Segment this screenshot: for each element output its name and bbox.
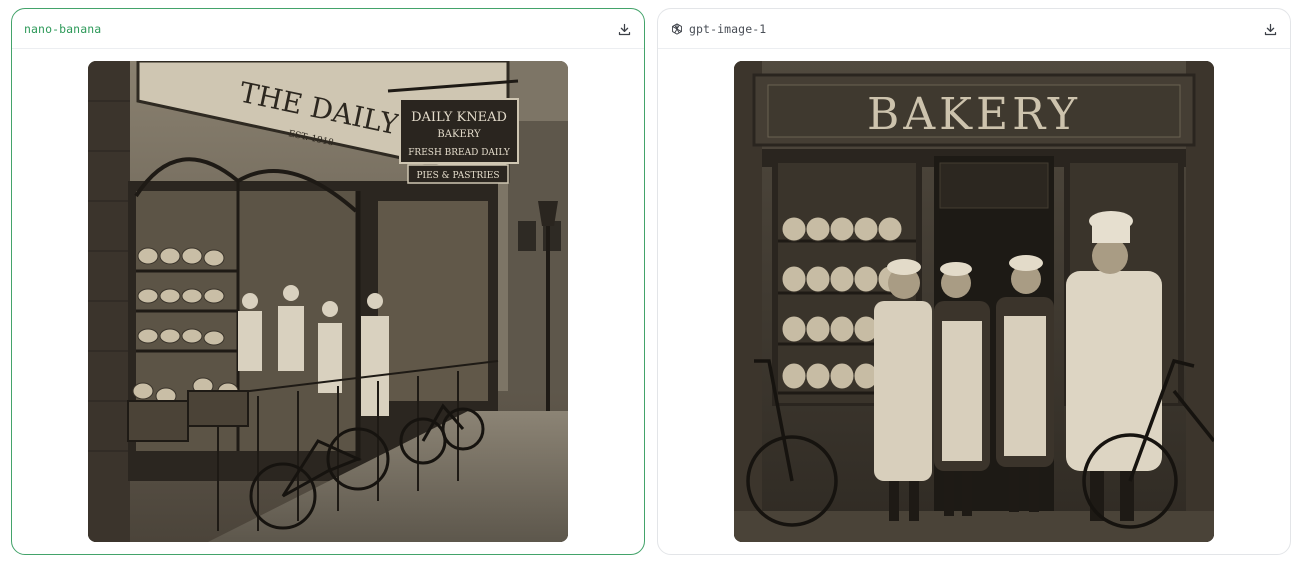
model-name: gpt-image-1 [689,21,767,36]
model-label-group: gpt-image-1 [670,22,766,36]
generated-image[interactable]: THE DAILY KNEAD EST. 1918 DAILY KNEAD BA… [88,61,568,542]
download-icon [618,23,630,35]
bakery-storefront-image: BAKERY [734,61,1214,542]
download-button[interactable] [1260,19,1280,39]
openai-icon [672,22,682,35]
card-header: nano-banana [12,9,644,49]
result-card-gpt-image-1[interactable]: gpt-image-1 BAKERY [657,8,1291,555]
hanging-sign-line2: BAKERY [437,129,481,140]
hanging-sign-line4: PIES & PASTRIES [416,171,499,181]
result-card-nano-banana[interactable]: nano-banana THE DAILY KNEAD EST. 1918 DA… [11,8,645,555]
hanging-sign-line3: FRESH BREAD DAILY [408,148,511,158]
storefront-sign-text: BAKERY [867,89,1081,140]
download-button[interactable] [614,19,634,39]
bakery-storefront-image: THE DAILY KNEAD EST. 1918 DAILY KNEAD BA… [88,61,568,542]
download-icon [1264,23,1276,35]
hanging-sign-line1: DAILY KNEAD [411,110,507,125]
card-header: gpt-image-1 [658,9,1290,49]
model-name: nano-banana [24,21,102,36]
generated-image[interactable]: BAKERY [734,61,1214,542]
